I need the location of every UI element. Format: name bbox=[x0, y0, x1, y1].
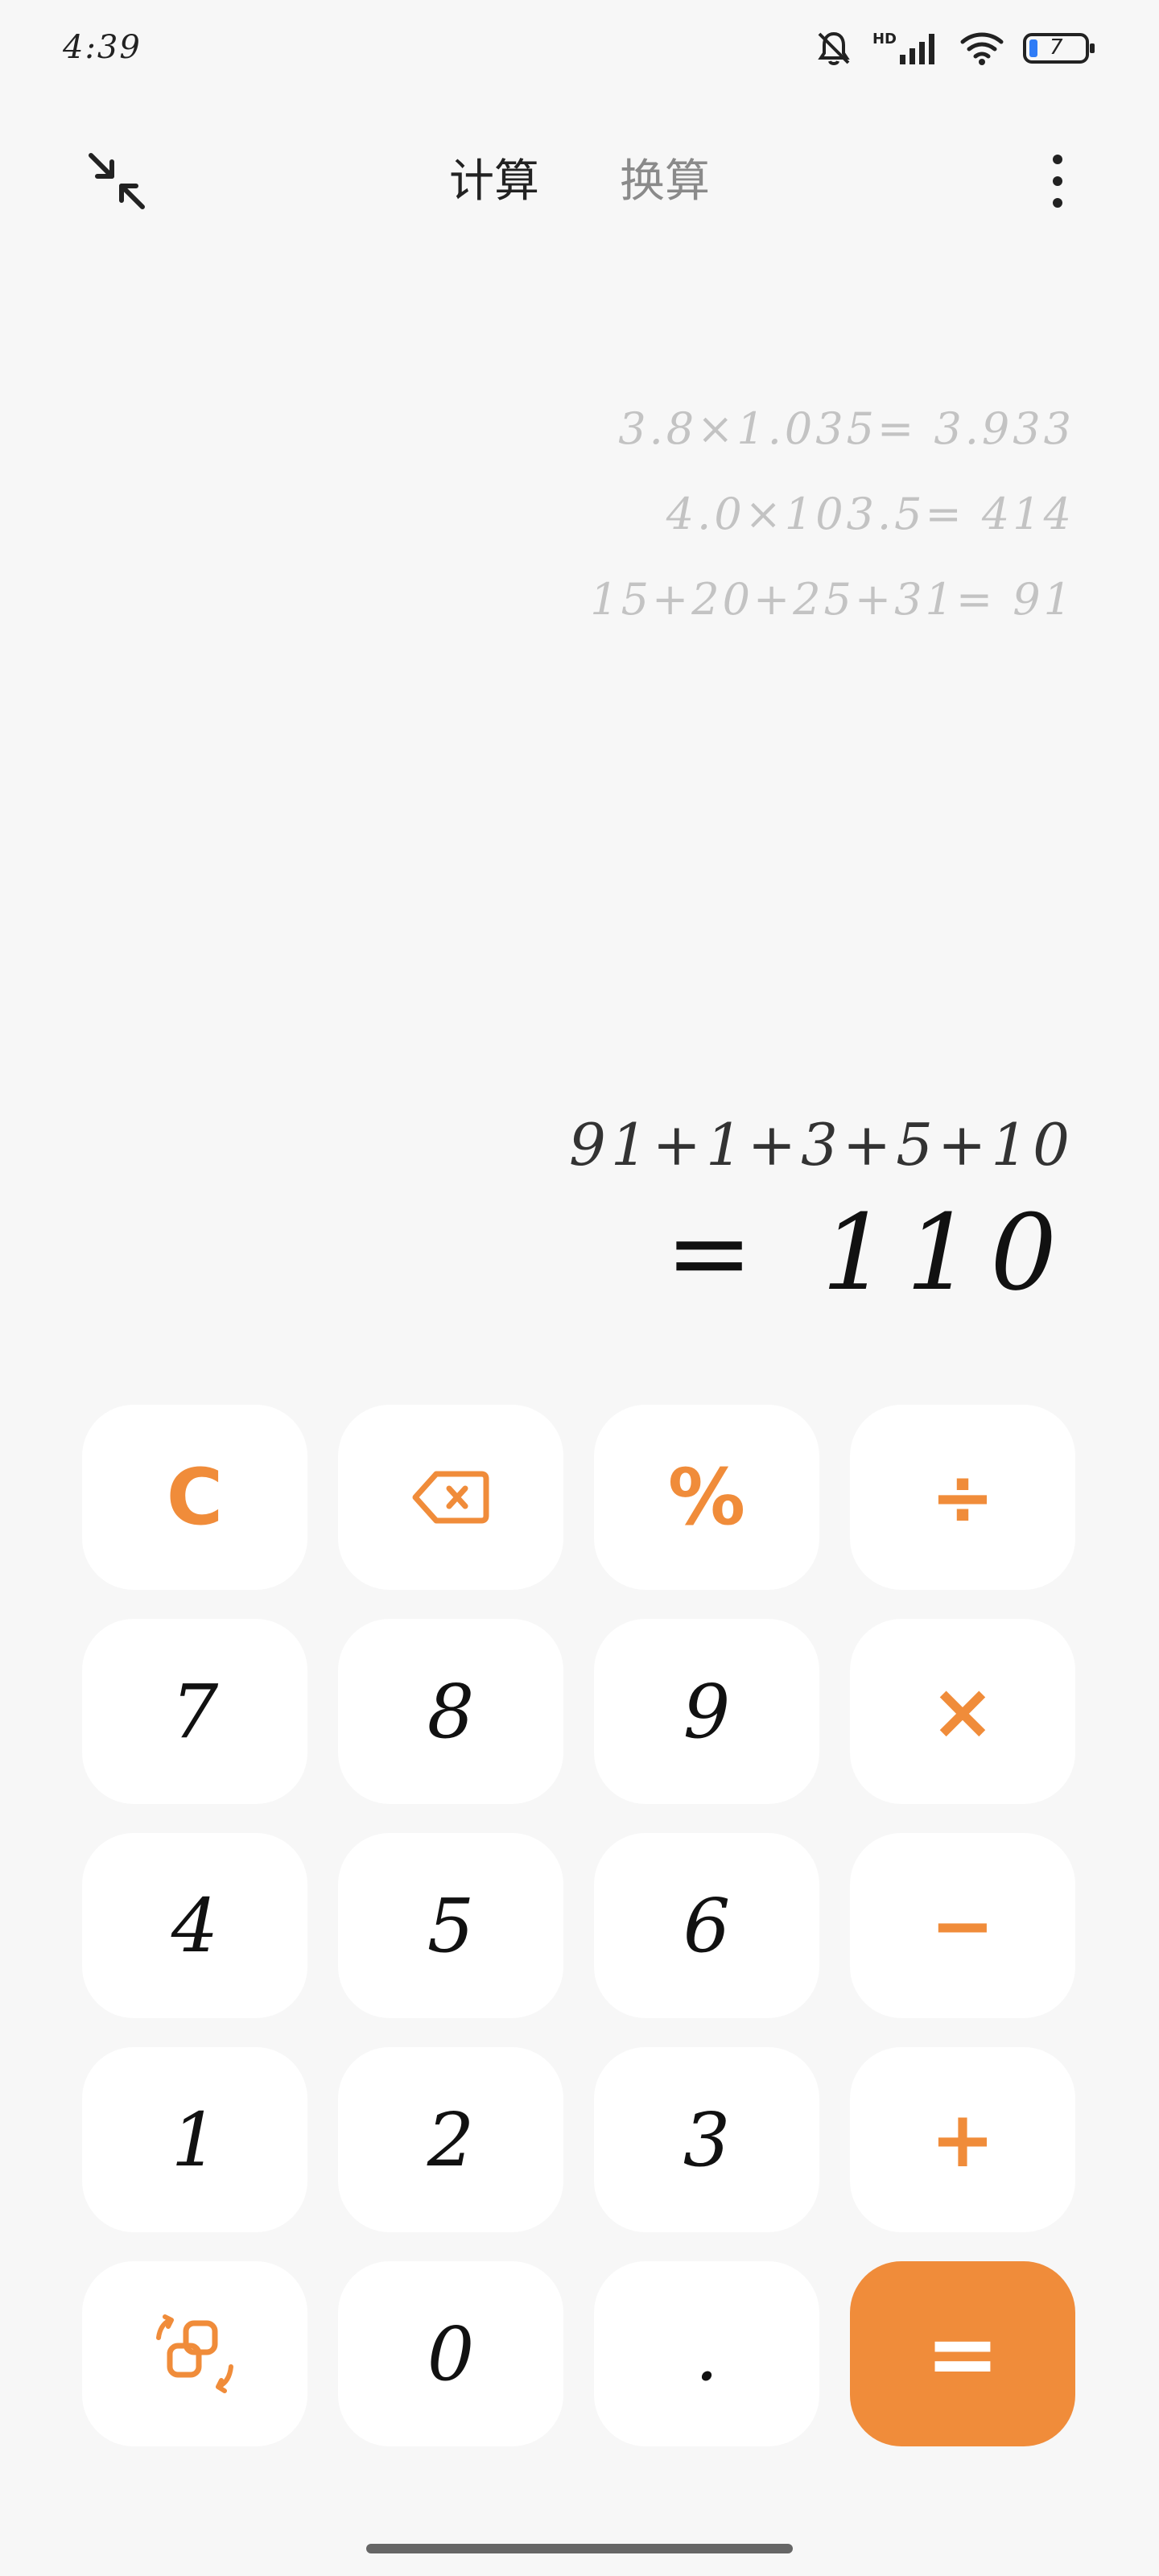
signal-hd-label: HD bbox=[872, 31, 897, 47]
equals-button[interactable]: = bbox=[850, 2261, 1075, 2446]
divide-button[interactable]: ÷ bbox=[850, 1405, 1075, 1590]
clear-button[interactable]: C bbox=[82, 1405, 307, 1590]
add-button[interactable]: + bbox=[850, 2047, 1075, 2232]
wifi-icon bbox=[959, 31, 1004, 66]
digit-0-button[interactable]: 0 bbox=[338, 2261, 563, 2446]
digit-9-button[interactable]: 9 bbox=[594, 1619, 819, 1804]
tab-convert[interactable]: 换算 bbox=[620, 145, 710, 210]
percent-button[interactable]: % bbox=[594, 1405, 819, 1590]
digit-6-button[interactable]: 6 bbox=[594, 1833, 819, 2018]
history-item[interactable]: 15+20+25+31= 91 bbox=[590, 557, 1074, 642]
swap-button[interactable] bbox=[82, 2261, 307, 2446]
bell-muted-icon bbox=[813, 27, 855, 69]
home-indicator[interactable] bbox=[366, 2544, 793, 2553]
digit-1-button[interactable]: 1 bbox=[82, 2047, 307, 2232]
digit-2-button[interactable]: 2 bbox=[338, 2047, 563, 2232]
mode-tabs: 计算 换算 bbox=[0, 145, 1159, 210]
history-item[interactable]: 3.8×1.035= 3.933 bbox=[590, 386, 1074, 472]
more-button[interactable] bbox=[1033, 145, 1082, 217]
digit-8-button[interactable]: 8 bbox=[338, 1619, 563, 1804]
swap-icon bbox=[156, 2314, 233, 2393]
more-vertical-icon bbox=[1053, 155, 1062, 208]
signal-icon: HD bbox=[872, 31, 942, 66]
battery-icon: 7 bbox=[1022, 31, 1096, 66]
history-item[interactable]: 4.0×103.5= 414 bbox=[590, 472, 1074, 557]
status-bar: 4:39 HD 7 bbox=[0, 0, 1159, 105]
result-display: = 110 bbox=[665, 1191, 1074, 1314]
decimal-button[interactable]: . bbox=[594, 2261, 819, 2446]
backspace-icon bbox=[412, 1471, 489, 1524]
multiply-button[interactable]: × bbox=[850, 1619, 1075, 1804]
digit-3-button[interactable]: 3 bbox=[594, 2047, 819, 2232]
expression-display: 91+1+3+5+10 bbox=[569, 1111, 1074, 1179]
backspace-button[interactable] bbox=[338, 1405, 563, 1590]
tab-calculate[interactable]: 计算 bbox=[449, 145, 539, 210]
status-icons: HD 7 bbox=[813, 27, 1096, 69]
digit-4-button[interactable]: 4 bbox=[82, 1833, 307, 2018]
digit-5-button[interactable]: 5 bbox=[338, 1833, 563, 2018]
history-list: 3.8×1.035= 3.933 4.0×103.5= 414 15+20+25… bbox=[590, 386, 1074, 642]
top-bar: 计算 换算 bbox=[0, 121, 1159, 233]
battery-level: 7 bbox=[1050, 35, 1063, 60]
subtract-button[interactable]: − bbox=[850, 1833, 1075, 2018]
digit-7-button[interactable]: 7 bbox=[82, 1619, 307, 1804]
status-time: 4:39 bbox=[63, 29, 142, 66]
keypad: C % ÷ 7 8 9 × 4 5 6 − 1 2 3 + 0 . = bbox=[82, 1405, 1077, 2446]
